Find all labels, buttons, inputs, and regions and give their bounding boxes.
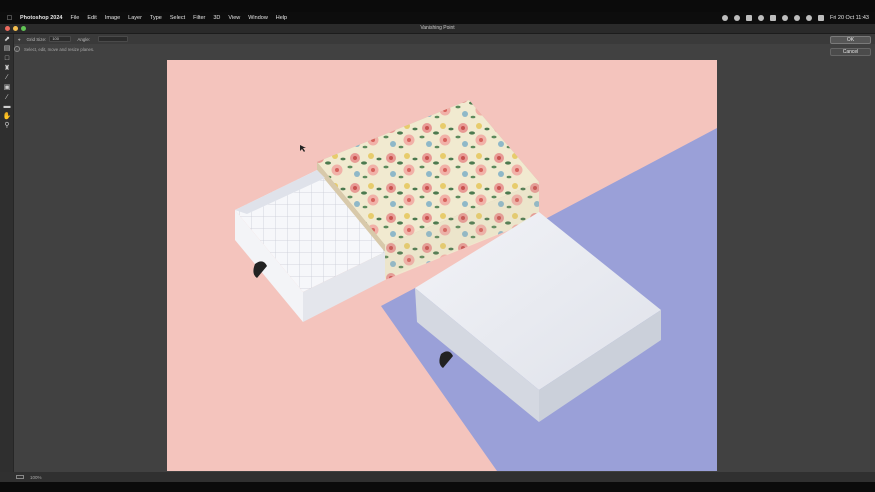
info-text: Select, edit, move and resize planes. — [24, 46, 95, 52]
angle-label: Angle: — [77, 36, 91, 42]
options-bar: ⌖ Grid Size: 100 Angle: — [0, 34, 875, 44]
battery-icon[interactable] — [769, 15, 776, 21]
sync-icon[interactable] — [733, 15, 740, 21]
menu-layer[interactable]: Layer — [128, 15, 142, 21]
edit-plane-tool-icon[interactable]: ⬈ — [3, 36, 11, 44]
zoom-level[interactable]: 100% — [30, 475, 42, 480]
create-plane-tool-icon[interactable]: ▤ — [3, 45, 11, 53]
search-icon[interactable] — [805, 15, 812, 21]
measure-tool-icon[interactable]: ▬ — [3, 103, 11, 111]
menu-type[interactable]: Type — [150, 15, 162, 21]
angle-dropdown[interactable] — [98, 36, 129, 42]
cancel-button[interactable]: Cancel — [830, 48, 871, 56]
apple-icon[interactable]:  — [6, 15, 13, 22]
menu-app-name[interactable]: Photoshop 2024 — [20, 15, 62, 21]
document-canvas[interactable] — [167, 60, 717, 471]
status-bar: 100% — [0, 472, 875, 482]
status-area: Fri 20 Oct 11:43 — [721, 12, 869, 24]
bluetooth-icon[interactable] — [781, 15, 788, 21]
menu-image[interactable]: Image — [105, 15, 120, 21]
brush-tool-icon[interactable]: ∕ — [3, 74, 11, 82]
menu-filter[interactable]: Filter — [193, 15, 205, 21]
ok-button[interactable]: OK — [830, 36, 871, 44]
menu-window[interactable]: Window — [248, 15, 268, 21]
menu-clock[interactable]: Fri 20 Oct 11:43 — [830, 15, 869, 21]
grid-size-label: Grid Size: — [26, 36, 47, 42]
zoom-tool-icon[interactable]: ⚲ — [3, 122, 11, 130]
bottom-edge — [0, 482, 875, 492]
menu-help[interactable]: Help — [276, 15, 287, 21]
creative-cloud-icon[interactable] — [721, 15, 728, 21]
tool-preset-icon[interactable]: ⌖ — [18, 37, 21, 42]
window-title-bar: Vanishing Point — [0, 24, 875, 34]
menu-edit[interactable]: Edit — [87, 15, 96, 21]
menu-3d[interactable]: 3D — [213, 15, 220, 21]
eyedropper-tool-icon[interactable]: ∕ — [3, 94, 11, 102]
info-row: i Select, edit, move and resize planes. — [14, 44, 94, 54]
menu-view[interactable]: View — [228, 15, 240, 21]
zoom-toggle-icon[interactable] — [16, 475, 24, 479]
display-icon[interactable] — [745, 15, 752, 21]
wifi-icon[interactable] — [793, 15, 800, 21]
info-icon: i — [14, 46, 20, 52]
mockup-photo — [167, 60, 717, 471]
menu-file[interactable]: File — [70, 15, 79, 21]
marquee-tool-icon[interactable]: □ — [3, 55, 11, 63]
transform-tool-icon[interactable]: ▣ — [3, 84, 11, 92]
menu-select[interactable]: Select — [170, 15, 185, 21]
window-title: Vanishing Point — [420, 25, 455, 31]
grid-size-field[interactable]: 100 — [49, 36, 72, 42]
macos-menu-bar:  Photoshop 2024 File Edit Image Layer T… — [0, 12, 875, 24]
stamp-tool-icon[interactable]: ♜ — [3, 65, 11, 73]
record-icon[interactable] — [757, 15, 764, 21]
control-center-icon[interactable] — [817, 15, 824, 21]
tools-panel: ⬈ ▤ □ ♜ ∕ ▣ ∕ ▬ ✋ ⚲ — [0, 34, 14, 472]
hand-tool-icon[interactable]: ✋ — [3, 113, 12, 121]
